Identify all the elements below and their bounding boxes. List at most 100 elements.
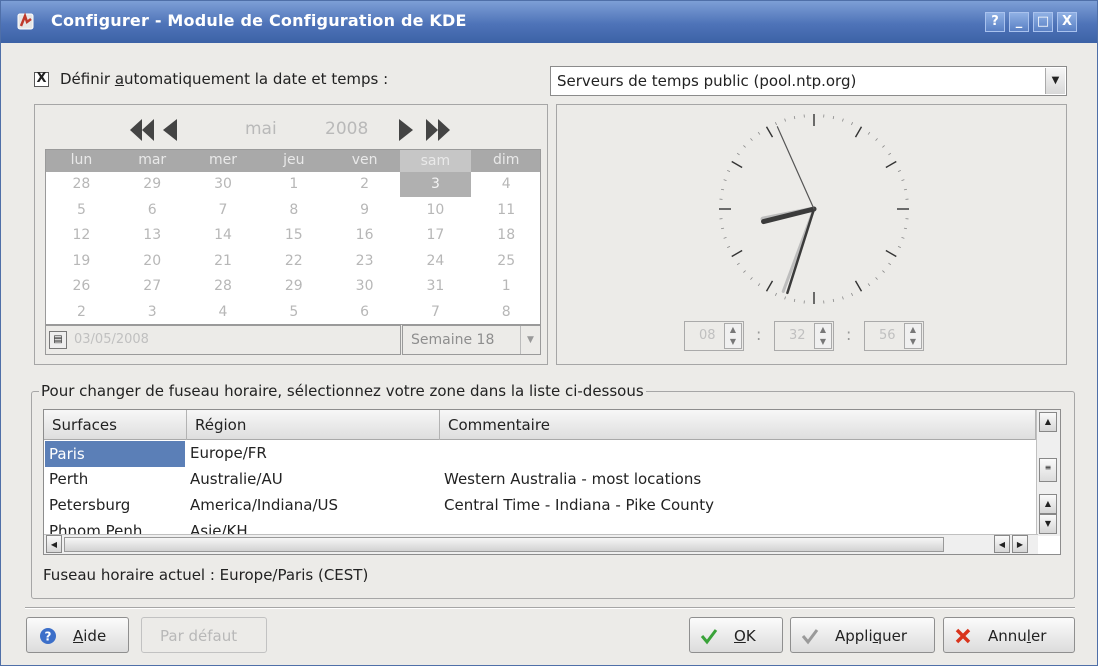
calendar-day[interactable]: 31 [400,278,471,294]
clock-minute-tick [842,296,844,300]
calendar-day[interactable]: 9 [329,202,400,218]
calendar-year[interactable]: 2008 [325,119,368,139]
seconds-value: 56 [879,328,896,343]
help-button[interactable]: ? Aide [26,617,129,653]
spin-arrows-icon[interactable]: ▲ ▼ [724,323,742,349]
close-icon[interactable]: X [1057,12,1077,32]
calendar-day[interactable]: 7 [188,202,259,218]
calendar-day[interactable]: 26 [46,278,117,294]
ok-button[interactable]: OK [689,617,783,653]
calendar-day[interactable]: 30 [329,278,400,294]
calendar-day[interactable]: 27 [117,278,188,294]
calendar-day[interactable]: 16 [329,227,400,243]
maximize-icon[interactable]: □ [1033,12,1053,32]
clock-minute-tick [727,246,731,249]
spin-arrows-icon[interactable]: ▲ ▼ [814,323,832,349]
calendar-day[interactable]: 1 [258,176,329,192]
scroll-left-icon[interactable]: ◀ [994,535,1010,553]
calendar-day[interactable]: 11 [471,202,542,218]
calendar-day[interactable]: 4 [471,176,542,192]
scroll-right-icon[interactable]: ▶ [1012,535,1028,553]
vertical-scrollbar[interactable]: ▲ ≡ ▲ ▼ [1036,410,1060,536]
calendar-month[interactable]: mai [245,119,277,139]
calendar-day[interactable]: 10 [400,202,471,218]
minutes-spinbox[interactable]: 32 ▲ ▼ [774,321,834,351]
calendar-day[interactable]: 13 [117,227,188,243]
calendar-day[interactable]: 4 [188,304,259,320]
calendar-day[interactable]: 5 [258,304,329,320]
chevron-down-icon[interactable]: ▼ [520,326,540,354]
calendar-day[interactable]: 24 [400,253,471,269]
calendar-day[interactable]: 18 [471,227,542,243]
calendar-day[interactable]: 6 [117,202,188,218]
weekday-label: ven [351,152,378,168]
column-header-region[interactable]: Région [187,410,440,440]
next-year-icon[interactable] [423,115,453,145]
calendar-day[interactable]: 28 [46,176,117,192]
calendar-day[interactable]: 3 [400,172,471,197]
calendar-day[interactable]: 14 [188,227,259,243]
timezone-row[interactable]: Paris Europe/FR [44,441,1036,467]
timezone-table[interactable]: Surfaces Région Commentaire Paris Europe/… [43,409,1061,555]
auto-time-checkbox[interactable]: X [34,72,49,87]
horizontal-scroll-thumb[interactable] [64,537,944,552]
chevron-down-icon[interactable]: ▼ [1045,68,1065,94]
calendar-day[interactable]: 15 [258,227,329,243]
calendar-day[interactable]: 29 [258,278,329,294]
help-icon[interactable]: ? [985,12,1005,32]
calendar-day[interactable]: 30 [188,176,259,192]
prev-year-icon[interactable] [127,115,157,145]
calendar-day[interactable]: 21 [188,253,259,269]
timezone-table-header: Surfaces Région Commentaire [44,410,1036,440]
scroll-up-icon[interactable]: ▲ [1039,412,1057,432]
calendar-day[interactable]: 12 [46,227,117,243]
clock-minute-tick [743,270,746,273]
hours-value: 08 [699,328,716,343]
clock-minute-tick [867,283,871,287]
seconds-spinbox[interactable]: 56 ▲ ▼ [864,321,924,351]
calendar-day[interactable]: 23 [329,253,400,269]
ntp-server-select[interactable]: Serveurs de temps public (pool.ntp.org) … [550,66,1067,96]
calendar-day[interactable]: 8 [258,202,329,218]
calendar-day[interactable]: 6 [329,304,400,320]
timezone-cell-region: Australie/AU [190,470,283,488]
horizontal-scrollbar[interactable]: ◀ ◀ ▶ [44,534,1038,554]
date-input[interactable]: ▤ 03/05/2008 [45,325,401,355]
clock-minute-tick [851,122,854,126]
calendar-day[interactable]: 19 [46,253,117,269]
default-button[interactable]: Par défaut [141,617,267,653]
scroll-up-icon[interactable]: ▲ [1039,494,1057,514]
calendar-day[interactable]: 2 [329,176,400,192]
calendar-day[interactable]: 2 [46,304,117,320]
column-header-surfaces[interactable]: Surfaces [44,410,187,440]
scroll-down-icon[interactable]: ▼ [1039,514,1057,534]
minimize-icon[interactable]: _ [1009,12,1029,32]
calendar-day[interactable]: 28 [188,278,259,294]
hours-spinbox[interactable]: 08 ▲ ▼ [684,321,744,351]
calendar-icon[interactable]: ▤ [49,331,67,349]
prev-month-icon[interactable] [159,115,181,145]
calendar-day[interactable]: 8 [471,304,542,320]
timezone-row[interactable]: Perth Australie/AU Western Australia - mos… [44,467,1036,493]
scroll-left-icon[interactable]: ◀ [46,535,62,553]
calendar-panel: mai 2008 lun mar mer jeu ven sam dim 28 2… [34,104,548,365]
calendar-day[interactable]: 5 [46,202,117,218]
calendar-day[interactable]: 25 [471,253,542,269]
calendar-day[interactable]: 20 [117,253,188,269]
next-month-icon[interactable] [395,115,417,145]
week-select[interactable]: Semaine 18 ▼ [402,325,541,355]
calendar-day[interactable]: 3 [117,304,188,320]
cancel-button[interactable]: Annuler [943,617,1075,653]
calendar-day[interactable]: 22 [258,253,329,269]
calendar-day[interactable]: 17 [400,227,471,243]
scroll-thumb[interactable]: ≡ [1039,458,1057,482]
calendar-day[interactable]: 1 [471,278,542,294]
clock-minute-tick [750,277,753,280]
apply-button[interactable]: Appliquer [790,617,935,653]
spin-arrows-icon[interactable]: ▲ ▼ [904,323,922,349]
calendar-day[interactable]: 29 [117,176,188,192]
column-header-comment[interactable]: Commentaire [440,410,1036,440]
timezone-row[interactable]: Petersburg America/Indiana/US Central Time… [44,493,1036,519]
calendar-day[interactable]: 7 [400,304,471,320]
title-bar[interactable]: Configurer - Module de Configuration de … [1,1,1097,43]
